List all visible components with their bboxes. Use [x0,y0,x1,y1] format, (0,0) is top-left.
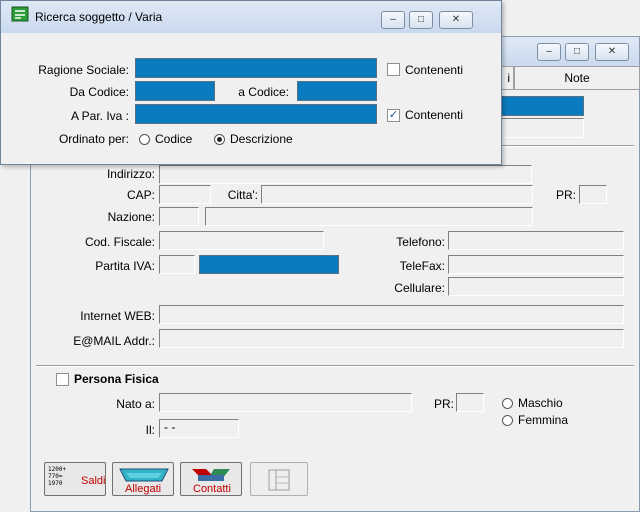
nato-pr-field[interactable] [456,393,484,412]
telefax-label: TeleFax: [399,259,445,273]
minimize-button[interactable]: – [537,43,561,61]
ragione-sociale-label: Ragione Sociale: [38,63,129,77]
descrizione-label: Descrizione [230,132,293,146]
cellulare-label: Cellulare: [394,281,445,295]
a-par-iva-label: A Par. Iva : [70,109,129,123]
dialog-title: Ricerca soggetto / Varia [35,10,163,24]
dialog-close-button[interactable]: ✕ [439,11,473,29]
femmina-radio[interactable] [502,415,513,426]
codice-label: Codice [155,132,193,146]
contenenti-checkbox-2[interactable]: ✓ [387,109,400,122]
nazione-field[interactable] [205,207,533,226]
header-field[interactable] [500,118,584,138]
tab-note[interactable]: Note [514,66,640,90]
da-codice-field[interactable] [135,81,215,101]
femmina-label: Femmina [518,413,569,427]
contenenti-label-1: Contenenti [405,63,464,77]
cod-fiscale-field[interactable] [159,231,324,250]
codice-radio[interactable] [139,134,150,145]
telefono-label: Telefono: [396,235,445,249]
citta-field[interactable] [261,185,533,204]
nato-a-label: Nato a: [116,397,155,411]
disabled-tool-button[interactable] [250,462,308,496]
cap-label: CAP: [126,188,155,202]
cod-fiscale-label: Cod. Fiscale: [84,235,155,249]
ragione-sociale-field[interactable] [135,58,377,78]
a-codice-label: a Codice: [238,85,289,99]
contatti-button[interactable]: Contatti [180,462,242,496]
dialog-maximize-button[interactable]: □ [409,11,433,29]
search-dialog: Ricerca soggetto / Varia – □ ✕ Ragione S… [0,0,502,165]
close-button[interactable]: ✕ [595,43,629,61]
contacts-icon [192,469,230,481]
pr-label: PR: [555,188,576,202]
maschio-label: Maschio [518,396,563,410]
ordinato-per-label: Ordinato per: [58,132,129,146]
email-field[interactable] [159,329,624,348]
cap-field[interactable] [159,185,211,204]
internet-web-label: Internet WEB: [80,309,155,323]
allegati-button[interactable]: Allegati [112,462,174,496]
il-label: Il: [145,423,155,437]
persona-fisica-label: Persona Fisica [74,372,159,386]
header-selected-field[interactable] [500,96,584,116]
saldi-button[interactable]: 1200+ 770= 1970 Saldi [44,462,106,496]
contenenti-label-2: Contenenti [405,108,464,122]
nazione-code-field[interactable] [159,207,199,226]
app-icon [11,6,29,22]
contenenti-checkbox-1[interactable] [387,63,400,76]
citta-label: Citta': [227,188,258,202]
separator-middle [36,365,634,367]
descrizione-radio[interactable] [214,134,225,145]
partita-iva-field[interactable] [199,255,339,274]
maschio-radio[interactable] [502,398,513,409]
indirizzo-field[interactable] [159,165,532,184]
maximize-button[interactable]: □ [565,43,589,61]
il-field[interactable]: - - [159,419,239,438]
telefono-field[interactable] [448,231,624,250]
il-value: - - [164,420,176,434]
internet-web-field[interactable] [159,305,624,324]
dialog-minimize-button[interactable]: – [381,11,405,29]
nazione-label: Nazione: [107,210,155,224]
indirizzo-label: Indirizzo: [106,167,155,181]
email-label: E@MAIL Addr.: [73,334,155,348]
partita-iva-label: Partita IVA: [95,259,155,273]
paperclip-icon [119,468,169,482]
a-par-iva-field[interactable] [135,104,377,124]
a-codice-field[interactable] [297,81,377,101]
saldi-label: Saldi [81,475,106,487]
partita-iva-prefix-field[interactable] [159,255,195,274]
nato-pr-label: PR: [433,397,454,411]
tab-partial-label: i [507,71,510,85]
cellulare-field[interactable] [448,277,624,296]
contatti-label: Contatti [193,483,231,495]
nato-a-field[interactable] [159,393,412,412]
grid-icon [268,469,290,491]
tab-note-label: Note [564,71,590,85]
pr-field[interactable] [579,185,607,204]
saldi-icon: 1200+ 770= 1970 [48,466,67,487]
allegati-label: Allegati [125,483,162,495]
persona-fisica-checkbox[interactable] [56,373,69,386]
telefax-field[interactable] [448,255,624,274]
da-codice-label: Da Codice: [69,85,129,99]
